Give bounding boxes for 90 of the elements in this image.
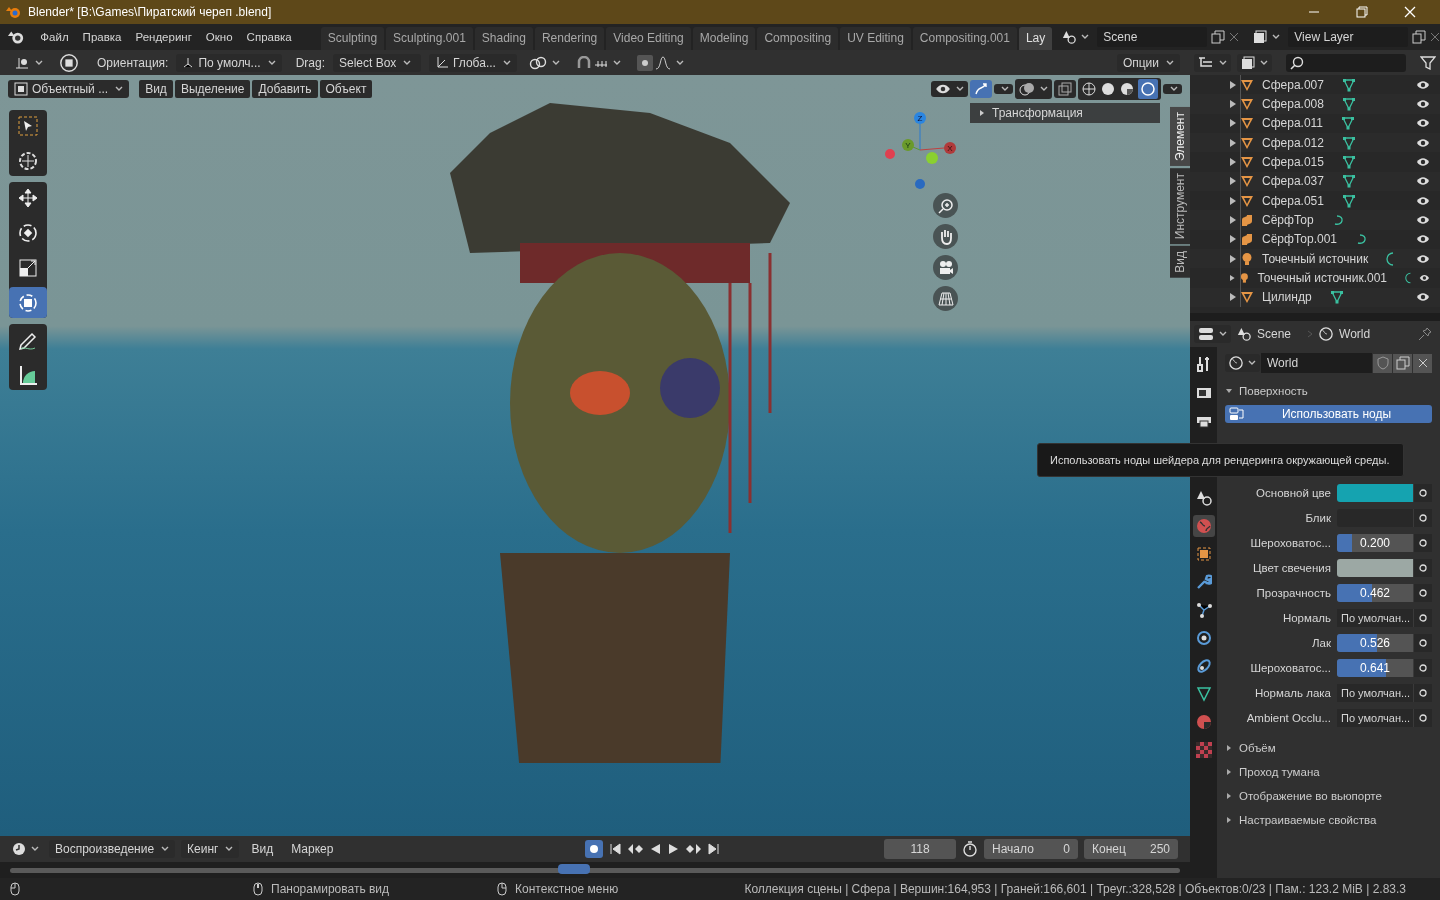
input-dropdown[interactable]: По умолчан... xyxy=(1337,709,1413,727)
window-title: Blender* [B:\Games\Пиратский череп .blend] xyxy=(28,5,272,19)
panel-title: Трансформация xyxy=(992,106,1083,120)
object-name: Сфера.007 xyxy=(1262,77,1324,92)
panel-title: Отображение во вьюпорте xyxy=(1239,790,1382,802)
workspace-tab[interactable]: Shading xyxy=(474,27,533,50)
workspace-tab[interactable]: Compositing.001 xyxy=(912,27,1017,50)
viewport-menu[interactable]: Объект xyxy=(319,80,373,98)
property-label: Основной цве xyxy=(1255,487,1332,499)
tooltip: Использовать ноды шейдера для рендеринга окружающей среды. xyxy=(1037,443,1405,477)
timeline-dropdown[interactable]: Кеинг xyxy=(181,840,240,858)
object-name: Цилиндр xyxy=(1262,290,1312,305)
input-dropdown[interactable]: По умолчан... xyxy=(1337,684,1413,702)
options-dropdown[interactable]: Опции xyxy=(1116,53,1180,72)
object-name: Сфера.008 xyxy=(1262,97,1324,112)
workspace-tab[interactable]: Modeling xyxy=(692,27,756,50)
property-label: Лак xyxy=(1311,637,1332,649)
drag-label: Drag: xyxy=(295,55,325,70)
menu-item[interactable]: Правка xyxy=(75,31,129,43)
value-slider[interactable]: 0.526 xyxy=(1337,634,1413,652)
transform-panel-header[interactable]: Трансформация xyxy=(970,103,1160,123)
collapsed-panel-header[interactable]: Проход тумана xyxy=(1225,760,1432,784)
view-layer-name-field[interactable]: View Layer xyxy=(1288,27,1408,47)
object-name: СёрфТор.001 xyxy=(1262,232,1337,247)
current-frame-field[interactable]: 118 xyxy=(884,839,956,859)
sidebar-tab[interactable]: Вид xyxy=(1170,246,1190,278)
workspace-tab[interactable]: Lay xyxy=(1018,27,1053,50)
timeline-menu[interactable]: Маркер xyxy=(285,840,340,858)
property-label: Шероховатос... xyxy=(1249,537,1332,549)
menu-item[interactable]: Справка xyxy=(239,31,299,43)
viewport-menu[interactable]: Выделение xyxy=(174,80,251,98)
object-name: Точечный источник.001 xyxy=(1257,271,1387,285)
start-frame-field[interactable]: Начало 0 xyxy=(984,839,1078,859)
orientation-dropdown[interactable]: По умолч... xyxy=(176,53,282,72)
sidebar-tab[interactable]: Элемент xyxy=(1170,107,1190,166)
panel-title: Поверхность xyxy=(1239,385,1308,397)
object-name: Точечный источник xyxy=(1262,251,1369,266)
status-hint: Панорамировать вид xyxy=(271,882,390,896)
property-label: Нормаль xyxy=(1281,612,1332,624)
outliner-row[interactable]: Сфера.015 xyxy=(1190,152,1440,172)
breadcrumb-item: World xyxy=(1339,327,1371,341)
object-name: СёрфТор xyxy=(1262,213,1314,227)
property-label: Шероховатос... xyxy=(1249,662,1332,674)
end-frame-field[interactable]: Конец 250 xyxy=(1084,839,1178,859)
property-label: Прозрачность xyxy=(1255,587,1332,599)
menu-item[interactable]: Рендеринг xyxy=(128,31,199,43)
workspace-tab[interactable]: Video Editing xyxy=(606,27,691,50)
viewport-menu[interactable]: Вид xyxy=(139,80,173,98)
viewport-menu[interactable]: Добавить xyxy=(252,80,318,98)
property-label: Ambient Occlu... xyxy=(1245,712,1332,724)
timeline-dropdown[interactable]: Воспроизведение xyxy=(49,840,176,858)
object-name: Сфера.037 xyxy=(1262,174,1324,189)
workspace-tab[interactable]: UV Editing xyxy=(840,27,911,50)
panel-title: Настраиваемые свойства xyxy=(1239,814,1377,826)
workspace-tab[interactable]: Sculpting.001 xyxy=(386,27,473,50)
world-name-field[interactable]: World xyxy=(1261,353,1372,373)
drag-dropdown[interactable]: Select Box xyxy=(332,53,421,72)
status-hint: Контекстное меню xyxy=(515,882,619,896)
input-dropdown[interactable]: По умолчан... xyxy=(1337,609,1413,627)
workspace-tab[interactable]: Sculpting xyxy=(320,27,385,50)
sidebar-tab[interactable]: Инструмент xyxy=(1170,167,1190,245)
timeline-menu[interactable]: Вид xyxy=(245,840,280,858)
collapsed-panel-header[interactable]: Настраиваемые свойства xyxy=(1225,808,1432,832)
menu-item[interactable]: Окно xyxy=(198,31,240,43)
property-label: Цвет свечения xyxy=(1251,562,1332,574)
object-name: Сфера.012 xyxy=(1262,135,1324,150)
workspace-tab[interactable]: Compositing xyxy=(757,27,839,50)
workspace-tab[interactable]: Rendering xyxy=(534,27,605,50)
panel-title: Проход тумана xyxy=(1239,766,1320,778)
object-name: Сфера.015 xyxy=(1262,155,1324,170)
property-label: Блик xyxy=(1304,512,1332,524)
scene-name-field[interactable]: Scene xyxy=(1097,27,1208,47)
panel-title: Объём xyxy=(1239,742,1276,754)
use-nodes-button[interactable]: Использовать ноды xyxy=(1225,405,1432,423)
orientation-label: Ориентация: xyxy=(97,55,169,70)
collapsed-panel-header[interactable]: Отображение во вьюпорте xyxy=(1225,784,1432,808)
object-name: Сфера.011 xyxy=(1262,116,1324,131)
breadcrumb-item: Scene xyxy=(1257,327,1292,341)
mode-dropdown[interactable]: Объектный ... xyxy=(8,80,130,98)
transform-orientation-dropdown[interactable]: Глоба... xyxy=(428,53,517,72)
value-slider[interactable]: 0.641 xyxy=(1337,659,1413,677)
surface-panel-header[interactable]: Поверхность xyxy=(1225,379,1432,403)
z-axis-handle[interactable]: Z xyxy=(914,112,926,151)
outliner-row[interactable]: Точечный источник.001 xyxy=(1190,268,1440,288)
collapsed-panel-header[interactable]: Объём xyxy=(1225,736,1432,760)
property-label: Нормаль лака xyxy=(1253,687,1332,699)
menu-item[interactable]: Файл xyxy=(33,31,76,43)
value-slider[interactable]: 0.200 xyxy=(1337,534,1413,552)
object-name: Сфера.051 xyxy=(1262,193,1324,208)
scene-statistics: Коллекция сцены | Сфера | Вершин:164,953 | Граней:166,601 | Треуг.:328,528 | Объектов:0/23 | Пам.: 123.2 MiB | 2.83.3 xyxy=(744,882,1406,896)
